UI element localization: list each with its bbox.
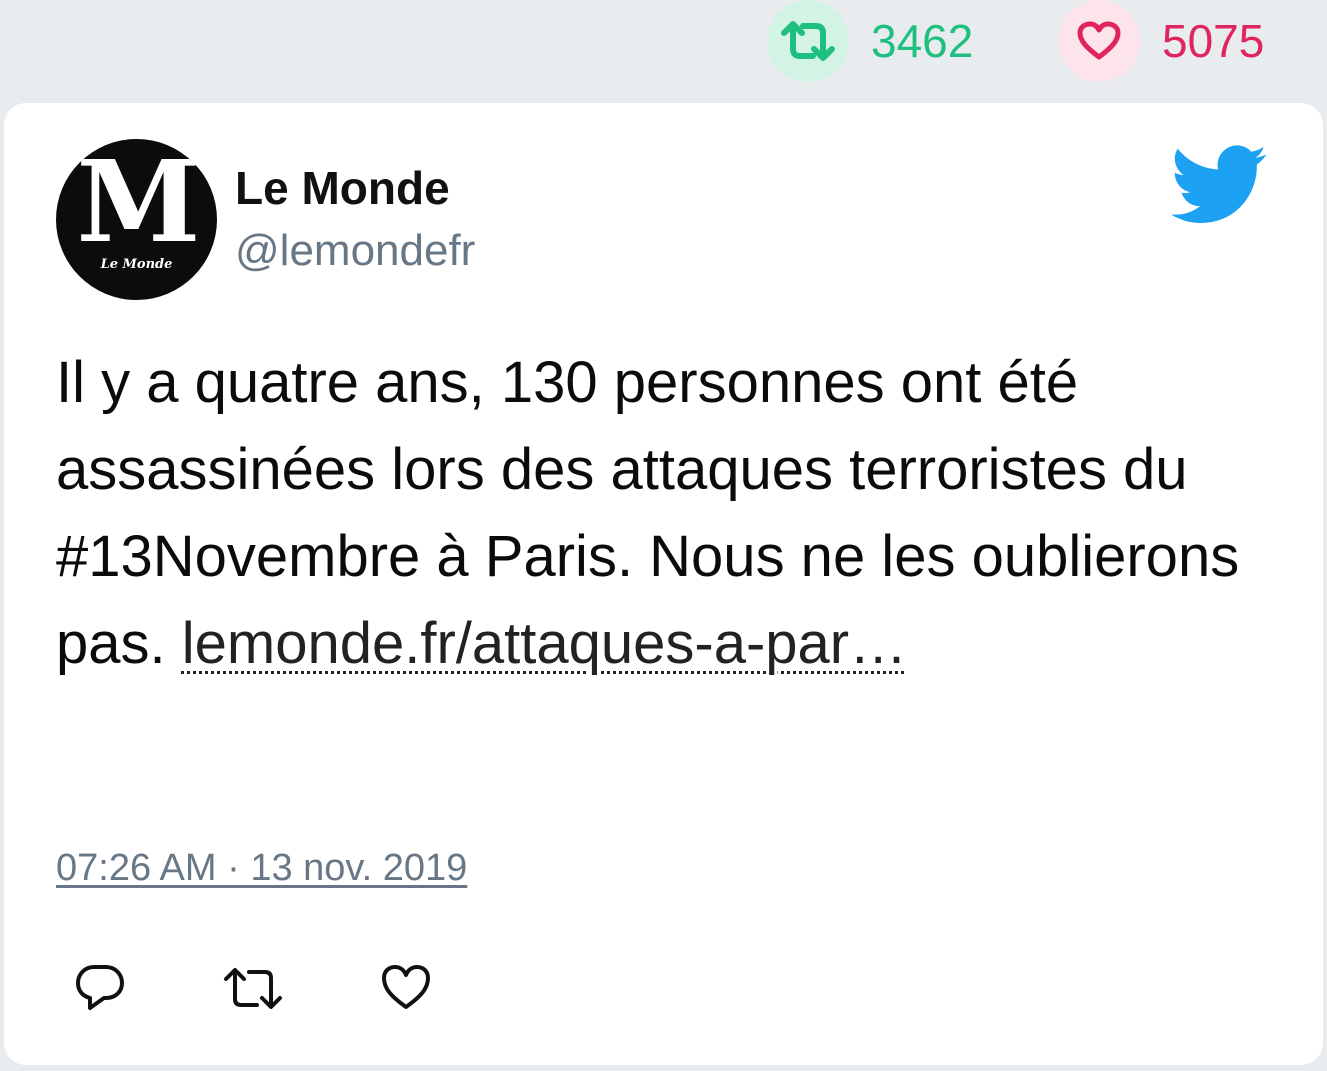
retweet-count: 3462 bbox=[871, 15, 974, 67]
avatar[interactable]: M Le Monde bbox=[56, 139, 217, 300]
like-count: 5075 bbox=[1162, 15, 1265, 67]
tweet-timestamp[interactable]: 07:26 AM · 13 nov. 2019 bbox=[56, 849, 467, 887]
tweet-link[interactable]: lemonde.fr/attaques-a-par… bbox=[182, 611, 907, 676]
user-handle[interactable]: @lemondefr bbox=[235, 229, 475, 273]
retweet-stat[interactable]: 3462 bbox=[767, 0, 973, 82]
heart-icon bbox=[1058, 0, 1140, 82]
tweet-text: Il y a quatre ans, 130 personnes ont été… bbox=[56, 339, 1286, 687]
reply-icon[interactable] bbox=[74, 963, 126, 1015]
heart-icon[interactable] bbox=[380, 963, 432, 1015]
avatar-logo-letter: M bbox=[76, 139, 201, 268]
avatar-logo-caption: Le Monde bbox=[100, 257, 173, 272]
retweet-icon[interactable] bbox=[222, 963, 282, 1015]
display-name[interactable]: Le Monde bbox=[235, 165, 450, 211]
twitter-bird-icon[interactable] bbox=[1170, 145, 1268, 225]
stats-bar: 3462 5075 bbox=[0, 0, 1327, 100]
retweet-icon bbox=[767, 0, 849, 82]
like-stat[interactable]: 5075 bbox=[1058, 0, 1264, 82]
tweet-card: M Le Monde Le Monde @lemondefr Il y a qu… bbox=[4, 103, 1323, 1065]
